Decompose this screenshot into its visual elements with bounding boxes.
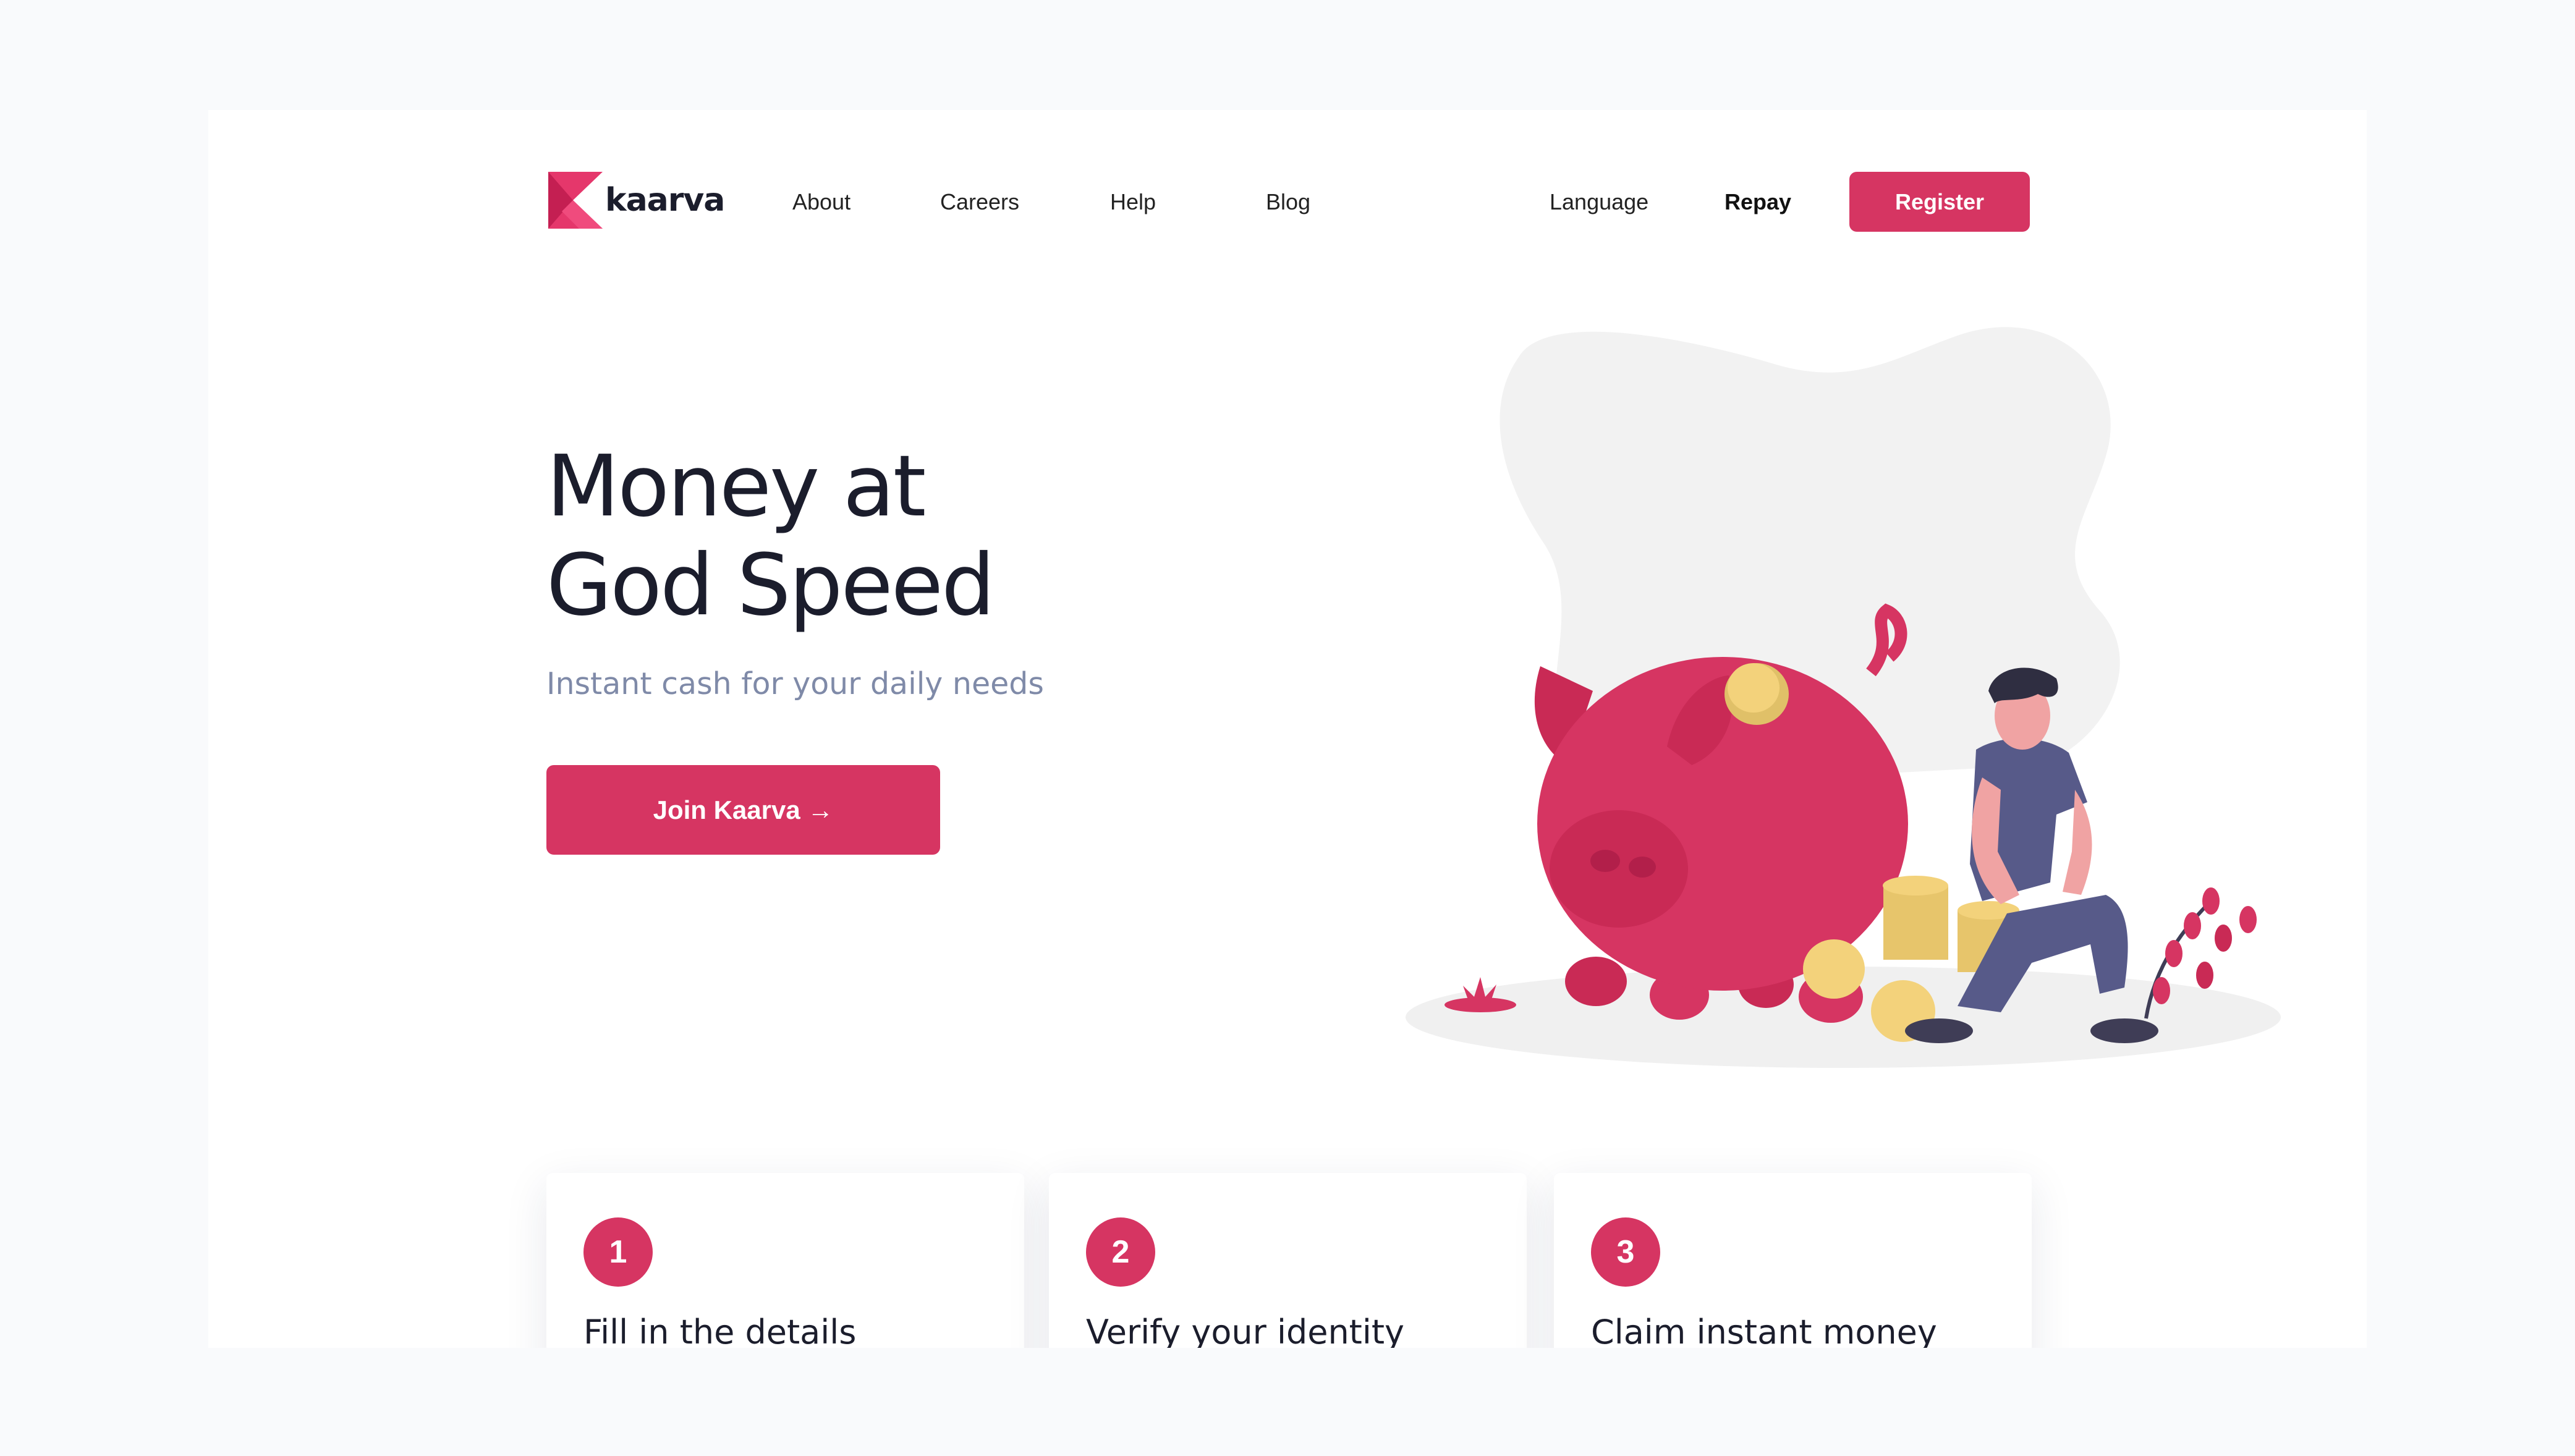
- nav-language[interactable]: Language: [1550, 189, 1648, 215]
- nav-blog[interactable]: Blog: [1266, 189, 1310, 215]
- page-frame: kaarva About Careers Help Blog Language …: [208, 110, 2367, 1348]
- kaarva-logo-icon: [548, 172, 603, 229]
- step-number-badge: 3: [1591, 1217, 1660, 1287]
- step-title: Claim instant money: [1591, 1313, 1937, 1348]
- register-button[interactable]: Register: [1849, 172, 2030, 232]
- step-number-badge: 2: [1086, 1217, 1155, 1287]
- hero-title-line2: God Speed: [546, 536, 995, 635]
- join-kaarva-button[interactable]: Join Kaarva →: [546, 765, 940, 855]
- step-title: Fill in the details: [583, 1313, 857, 1348]
- brand-name: kaarva: [605, 182, 725, 219]
- piggy-bank-illustration: [1406, 327, 2281, 1068]
- nav-careers[interactable]: Careers: [940, 189, 1019, 215]
- step-card-3: 3 Claim instant money: [1554, 1173, 2032, 1348]
- hero-subtitle: Instant cash for your daily needs: [546, 666, 1044, 701]
- hero-title-line1: Money at: [546, 438, 926, 536]
- step-number-badge: 1: [583, 1217, 653, 1287]
- step-card-1: 1 Fill in the details: [546, 1173, 1024, 1348]
- brand-logo[interactable]: kaarva: [548, 172, 725, 229]
- step-card-2: 2 Verify your identity: [1049, 1173, 1527, 1348]
- step-title: Verify your identity: [1086, 1313, 1404, 1348]
- nav-repay[interactable]: Repay: [1724, 189, 1791, 215]
- nav-help[interactable]: Help: [1110, 189, 1156, 215]
- nav-about[interactable]: About: [792, 189, 851, 215]
- hero-title: Money at God Speed: [546, 438, 1226, 635]
